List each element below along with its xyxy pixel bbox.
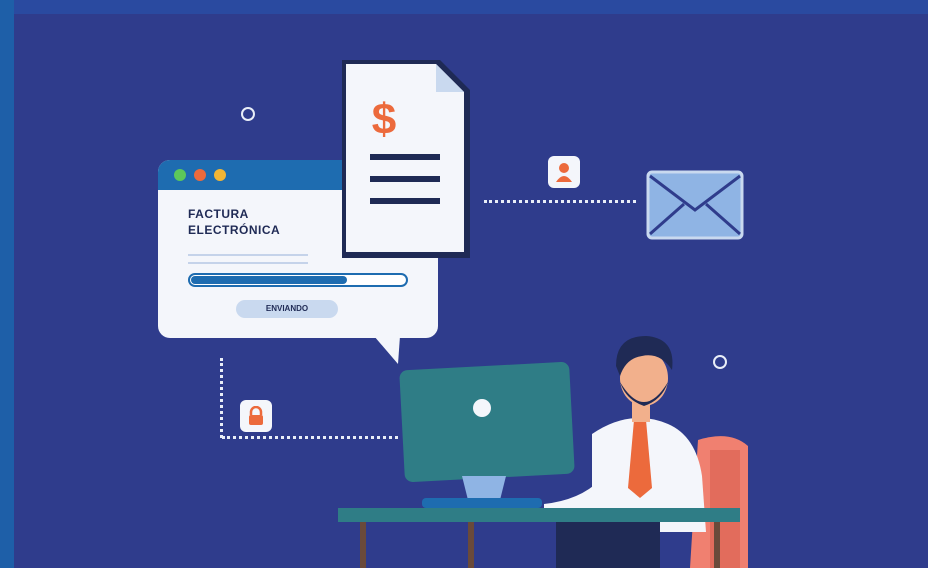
envelope-icon bbox=[646, 170, 744, 240]
text-line-placeholder bbox=[188, 254, 308, 256]
window-dot-yellow bbox=[214, 169, 226, 181]
connector-line bbox=[484, 200, 636, 203]
person-at-computer bbox=[338, 336, 748, 568]
dollar-sign: $ bbox=[372, 95, 396, 144]
progress-fill bbox=[191, 276, 348, 284]
ring-decoration bbox=[241, 107, 255, 121]
text-line-placeholder bbox=[188, 262, 308, 264]
dollar-document-icon: $ bbox=[342, 60, 470, 258]
window-dot-green bbox=[174, 169, 186, 181]
window-dot-orange bbox=[194, 169, 206, 181]
illustration: FACTURA ELECTRÓNICA ENVIANDO $ bbox=[0, 0, 928, 568]
lock-icon bbox=[240, 400, 272, 432]
status-badge: ENVIANDO bbox=[236, 300, 338, 318]
connector-line bbox=[220, 358, 223, 438]
upload-progress-bar bbox=[188, 273, 408, 287]
user-icon bbox=[548, 156, 580, 188]
